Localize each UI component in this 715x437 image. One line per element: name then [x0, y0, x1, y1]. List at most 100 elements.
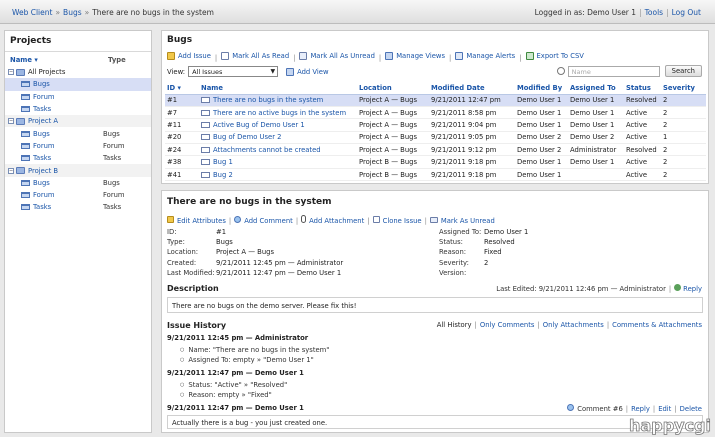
- view-select[interactable]: All Issues ▼: [188, 66, 279, 77]
- tray-icon: [21, 192, 30, 199]
- table-cell[interactable]: Bug 1: [199, 155, 357, 169]
- table-row[interactable]: #24 Attachments cannot be created Project …: [165, 143, 706, 157]
- watermark-logo: happycgi: [629, 416, 712, 436]
- sidebar-item[interactable]: Forum Forum: [5, 140, 151, 152]
- sidebar-col-name[interactable]: Name ▾: [10, 56, 108, 64]
- sidebar-item[interactable]: Tasks Tasks: [5, 152, 151, 164]
- breadcrumb-web-client[interactable]: Web Client: [12, 8, 52, 17]
- table-row[interactable]: #11 Active Bug of Demo User 1 Project A — …: [165, 118, 706, 132]
- sidebar-item-type: Forum: [103, 141, 125, 150]
- sidebar-col-type[interactable]: Type: [108, 56, 126, 64]
- folder-icon: [16, 68, 25, 76]
- table-row[interactable]: #20 Bug of Demo User 2 Project A — Bugs 9/2…: [165, 131, 706, 145]
- property-row: Last Modified: 9/21/2011 12:47 pm — Demo …: [167, 268, 343, 278]
- sidebar-item-label: Tasks: [33, 154, 52, 163]
- collapse-toggle-icon[interactable]: −: [8, 118, 14, 125]
- table-row[interactable]: #7 There are no active bugs in the system…: [165, 106, 706, 120]
- property-label: Assigned To:: [439, 228, 482, 237]
- search-input[interactable]: Name: [567, 65, 660, 77]
- sidebar-project[interactable]: − Project A: [5, 115, 151, 128]
- sidebar-item[interactable]: Bugs Bugs: [5, 127, 151, 139]
- column-header[interactable]: Assigned To: [568, 82, 624, 95]
- add-view-button[interactable]: Add View: [286, 67, 329, 76]
- add-view-icon: [286, 67, 295, 76]
- export-csv-button[interactable]: Export To CSV: [525, 52, 584, 60]
- table-cell: 9/21/2011 9:12 pm: [429, 143, 515, 157]
- column-header[interactable]: Status: [624, 82, 661, 95]
- sidebar-item-type: Tasks: [103, 154, 122, 163]
- table-cell[interactable]: Bug 2: [199, 168, 357, 182]
- sidebar-item[interactable]: Forum: [5, 91, 151, 103]
- projects-sidebar: Projects Name ▾ Type − All Projects Bugs Fo…: [4, 30, 152, 433]
- sidebar-item-label: All Projects: [28, 68, 66, 77]
- column-header[interactable]: Location: [357, 82, 429, 95]
- mark-all-unread-button[interactable]: Mark All As Unread: [299, 52, 375, 60]
- collapse-toggle-icon[interactable]: −: [8, 167, 14, 174]
- table-row[interactable]: #1 There are no bugs in the system Project…: [165, 94, 706, 107]
- table-cell[interactable]: Attachments cannot be created: [199, 143, 357, 157]
- sidebar-item[interactable]: Bugs: [5, 78, 151, 91]
- table-cell: Project B — Bugs: [357, 168, 429, 182]
- sidebar-item[interactable]: Tasks: [5, 103, 151, 115]
- column-header[interactable]: Modified By: [515, 82, 568, 95]
- column-header[interactable]: Modified Date: [429, 82, 515, 95]
- history-comments-attachments[interactable]: Comments & Attachments: [612, 321, 702, 329]
- sidebar-all-projects[interactable]: − All Projects: [5, 66, 151, 78]
- clone-issue-button[interactable]: Clone Issue: [372, 216, 422, 225]
- sidebar-item-type: Bugs: [103, 178, 120, 187]
- logout-link[interactable]: Log Out: [672, 8, 701, 17]
- comment-body: Actually there is a bug - you just creat…: [167, 415, 703, 429]
- property-label: Location:: [167, 248, 199, 257]
- comment-icon: [234, 216, 242, 223]
- column-header[interactable]: ID ▾: [165, 82, 199, 95]
- property-row: Created: 9/21/2011 12:45 pm — Administrat…: [167, 258, 343, 268]
- table-cell[interactable]: Active Bug of Demo User 1: [199, 118, 357, 132]
- comment-delete-link[interactable]: Delete: [680, 405, 702, 413]
- add-issue-button[interactable]: Add Issue: [167, 52, 211, 60]
- table-cell: Project A — Bugs: [357, 106, 429, 120]
- table-cell[interactable]: There are no bugs in the system: [199, 94, 357, 107]
- envelope-icon: [201, 171, 210, 178]
- table-cell[interactable]: Bug of Demo User 2: [199, 131, 357, 145]
- sidebar-title: Projects: [5, 31, 151, 52]
- mark-all-read-button[interactable]: Mark All As Read: [221, 52, 289, 60]
- table-cell: Project B — Bugs: [357, 155, 429, 169]
- table-cell: Resolved: [624, 143, 661, 157]
- table-row[interactable]: #38 Bug 1 Project B — Bugs 9/21/2011 9:18 p…: [165, 155, 706, 169]
- manage-alerts-button[interactable]: Manage Alerts: [455, 52, 515, 60]
- history-only-attachments[interactable]: Only Attachments: [543, 321, 604, 329]
- envelope-icon: [201, 121, 210, 128]
- comment-edit-link[interactable]: Edit: [658, 405, 671, 413]
- table-cell[interactable]: There are no active bugs in the system: [199, 106, 357, 120]
- column-header[interactable]: Name: [199, 82, 357, 95]
- tools-link[interactable]: Tools: [645, 8, 663, 17]
- edit-attributes-button[interactable]: Edit Attributes: [167, 216, 226, 225]
- breadcrumb-bugs[interactable]: Bugs: [63, 8, 82, 17]
- table-cell: Active: [624, 106, 661, 120]
- sidebar-item[interactable]: Forum Forum: [5, 189, 151, 201]
- table-row[interactable]: #41 Bug 2 Project B — Bugs 9/21/2011 9:18 p…: [165, 168, 706, 182]
- property-label: Status:: [439, 238, 463, 247]
- history-title: Issue History: [167, 321, 227, 330]
- column-header[interactable]: Severity: [661, 82, 706, 95]
- reply-link[interactable]: Reply: [674, 284, 702, 293]
- manage-views-button[interactable]: Manage Views: [385, 52, 445, 60]
- history-only-comments[interactable]: Only Comments: [480, 321, 535, 329]
- table-cell: 1: [661, 131, 706, 145]
- sidebar-item[interactable]: Tasks Tasks: [5, 201, 151, 213]
- table-cell: #1: [165, 94, 199, 107]
- sidebar-item[interactable]: Bugs Bugs: [5, 177, 151, 189]
- collapse-toggle-icon[interactable]: −: [8, 69, 14, 76]
- sidebar-project[interactable]: − Project B: [5, 164, 151, 177]
- history-filters: All History | Only Comments | Only Attachmen…: [436, 321, 702, 329]
- mark-unread-button[interactable]: Mark As Unread: [429, 217, 495, 225]
- table-cell: 2: [661, 118, 706, 132]
- history-all[interactable]: All History: [437, 321, 472, 329]
- add-attachment-button[interactable]: Add Attachment: [301, 215, 364, 225]
- search-button[interactable]: Search: [664, 65, 702, 77]
- comment-reply-link[interactable]: Reply: [631, 405, 650, 413]
- table-cell: Demo User 1: [515, 168, 568, 182]
- clone-icon: [372, 216, 380, 223]
- add-comment-button[interactable]: Add Comment: [234, 216, 293, 225]
- table-cell: Demo User 1: [515, 155, 568, 169]
